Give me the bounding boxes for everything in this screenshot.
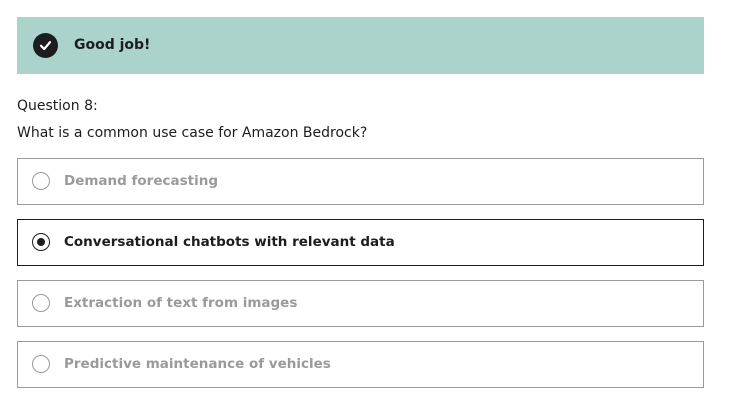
radio-button-selected[interactable] [32, 233, 50, 251]
answer-label: Extraction of text from images [64, 295, 298, 311]
answer-option-4[interactable]: Predictive maintenance of vehicles [17, 341, 704, 388]
question-prompt: What is a common use case for Amazon Bed… [17, 125, 368, 141]
feedback-banner: Good job! [17, 17, 704, 74]
answer-option-3[interactable]: Extraction of text from images [17, 280, 704, 327]
answer-label: Conversational chatbots with relevant da… [64, 234, 395, 250]
radio-button[interactable] [32, 172, 50, 190]
answer-label: Predictive maintenance of vehicles [64, 356, 331, 372]
answer-option-1[interactable]: Demand forecasting [17, 158, 704, 205]
radio-button[interactable] [32, 355, 50, 373]
feedback-text: Good job! [74, 37, 151, 53]
question-number: Question 8: [17, 98, 98, 114]
checkmark-icon [33, 33, 58, 58]
answer-option-2[interactable]: Conversational chatbots with relevant da… [17, 219, 704, 266]
answer-label: Demand forecasting [64, 173, 218, 189]
radio-button[interactable] [32, 294, 50, 312]
radio-selected-dot [36, 237, 45, 246]
